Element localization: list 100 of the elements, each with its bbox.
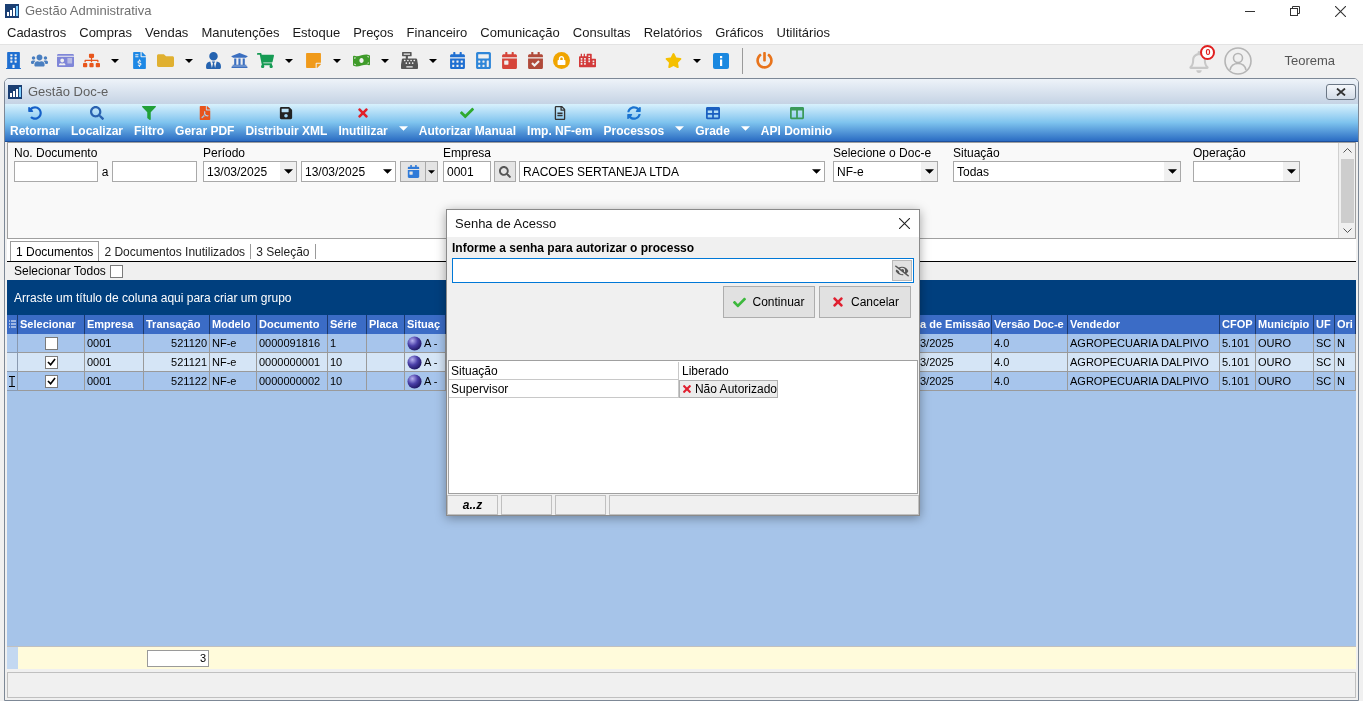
user-name[interactable]: Teorema (1284, 50, 1335, 71)
date-field[interactable]: 13/03/2025 (203, 161, 297, 182)
caret-icon[interactable] (111, 58, 119, 63)
scroll-down-icon[interactable] (1342, 228, 1352, 233)
window-title: Gestão Doc-e (28, 82, 109, 101)
tab[interactable]: 2 Documentos Inutilizados (99, 244, 252, 259)
caret-icon[interactable] (811, 169, 821, 174)
caret-icon[interactable] (333, 58, 341, 63)
dropdown-field[interactable]: RACOES SERTANEJA LTDA (519, 161, 825, 182)
menu-item[interactable]: Relatórios (643, 23, 703, 43)
caret-icon[interactable] (693, 58, 701, 63)
caret-icon[interactable] (924, 169, 934, 174)
menu-item[interactable]: Manutenções (201, 23, 280, 43)
caret-icon[interactable] (429, 58, 437, 63)
restore-icon[interactable] (1289, 6, 1300, 16)
checkbox[interactable] (44, 374, 58, 388)
power-icon[interactable] (755, 52, 773, 69)
calendar-icon[interactable] (500, 52, 518, 69)
field-label: No. Documento (14, 146, 99, 161)
input-field[interactable] (14, 161, 98, 182)
toolbar-button[interactable]: Grade (695, 106, 730, 138)
menu-item[interactable]: Compras (79, 23, 132, 43)
close-button[interactable] (1326, 83, 1356, 100)
toolbar-button[interactable]: Gerar PDF (175, 106, 235, 138)
row-indicator[interactable] (7, 372, 18, 391)
column-chooser-icon[interactable] (8, 320, 16, 329)
close-icon[interactable] (899, 218, 910, 229)
bank-icon[interactable] (230, 52, 248, 69)
building-icon[interactable] (4, 52, 22, 69)
calendar-icon[interactable] (526, 52, 544, 69)
info-icon[interactable] (713, 52, 729, 69)
close-icon[interactable] (1334, 5, 1346, 17)
scrollbar[interactable] (1338, 143, 1355, 238)
code-field[interactable]: 0001 (443, 161, 491, 182)
dropdown-field[interactable]: Todas (953, 161, 1181, 182)
input-field[interactable] (112, 161, 197, 182)
property-name: Situação (449, 362, 679, 380)
toolbar-button[interactable]: Inutilizar (338, 106, 388, 138)
buildings-icon[interactable] (578, 52, 596, 69)
people-icon[interactable] (30, 52, 48, 69)
money-icon[interactable] (352, 52, 370, 69)
summary-count: 3 (147, 649, 209, 667)
toolbar-button[interactable]: Filtro (134, 106, 165, 138)
continue-button[interactable]: Continuar (723, 286, 815, 318)
minimize-icon[interactable] (1244, 10, 1255, 12)
text-cursor-icon (9, 375, 15, 387)
caret-icon[interactable] (428, 169, 435, 174)
dropdown-field[interactable]: NF-e (833, 161, 938, 182)
caret-icon[interactable] (1286, 169, 1296, 174)
invoice-icon[interactable] (130, 52, 148, 69)
property-value: Liberado (681, 363, 729, 380)
sort-order-label[interactable]: a..z (447, 495, 498, 515)
cancel-button[interactable]: Cancelar (819, 286, 911, 318)
toolbar-button[interactable]: Imp. NF-em (527, 106, 593, 138)
password-field[interactable] (452, 258, 914, 283)
table-icon (705, 106, 720, 120)
toolbar-button[interactable]: Localizar (71, 106, 124, 138)
date-field[interactable]: 13/03/2025 (301, 161, 396, 182)
menu-item[interactable]: Consultas (572, 23, 631, 43)
checkbox[interactable] (44, 355, 58, 369)
menu-item[interactable]: Preços (353, 23, 394, 43)
range-separator-label: a (100, 163, 110, 181)
table-cell: 0000000002 (257, 372, 328, 391)
checkbox[interactable] (109, 264, 123, 278)
menu-item[interactable]: Cadastros (7, 23, 67, 43)
caret-icon[interactable] (283, 169, 293, 174)
tab[interactable]: 1 Documentos (10, 241, 100, 261)
star-icon[interactable] (664, 52, 682, 69)
caret-icon[interactable] (1167, 169, 1177, 174)
caret-icon[interactable] (381, 58, 389, 63)
show-password-button[interactable] (892, 260, 912, 281)
search-button[interactable] (494, 161, 516, 182)
menu-item[interactable]: Vendas (145, 23, 189, 43)
toolbar-button[interactable]: Distribuir XML (245, 106, 328, 138)
caret-icon[interactable] (382, 169, 392, 174)
dropdown-field[interactable] (1193, 161, 1300, 182)
caret-icon[interactable] (185, 58, 193, 63)
caret-icon[interactable] (285, 58, 293, 63)
menu-item[interactable]: Gráficos (715, 23, 764, 43)
id-card-icon[interactable] (56, 52, 74, 69)
hierarchy-icon[interactable] (82, 52, 100, 69)
calendar-icon[interactable] (448, 52, 466, 69)
toolbar-button[interactable]: Retornar (10, 106, 60, 138)
toolbar-button[interactable]: API Dominio (760, 106, 833, 138)
user-icon[interactable] (204, 52, 222, 69)
check-icon (733, 295, 747, 309)
calculator-icon[interactable] (474, 52, 492, 69)
save-icon (279, 106, 294, 120)
field-label: Situação (953, 146, 1001, 161)
menu-item[interactable]: Comunicação (480, 23, 560, 43)
cart-icon[interactable] (256, 52, 274, 69)
menu-item[interactable]: Estoque (292, 23, 341, 43)
tab[interactable]: 3 Seleção (251, 244, 316, 259)
toolbar-button[interactable]: Processos (603, 106, 665, 138)
scroll-up-icon[interactable] (1342, 148, 1352, 153)
toolbar-button[interactable]: Autorizar Manual (418, 106, 517, 138)
cash-register-icon[interactable] (400, 52, 418, 69)
menu-item[interactable]: Utilitários (776, 23, 831, 43)
menu-item[interactable]: Financeiro (406, 23, 468, 43)
checkbox[interactable] (44, 336, 58, 350)
